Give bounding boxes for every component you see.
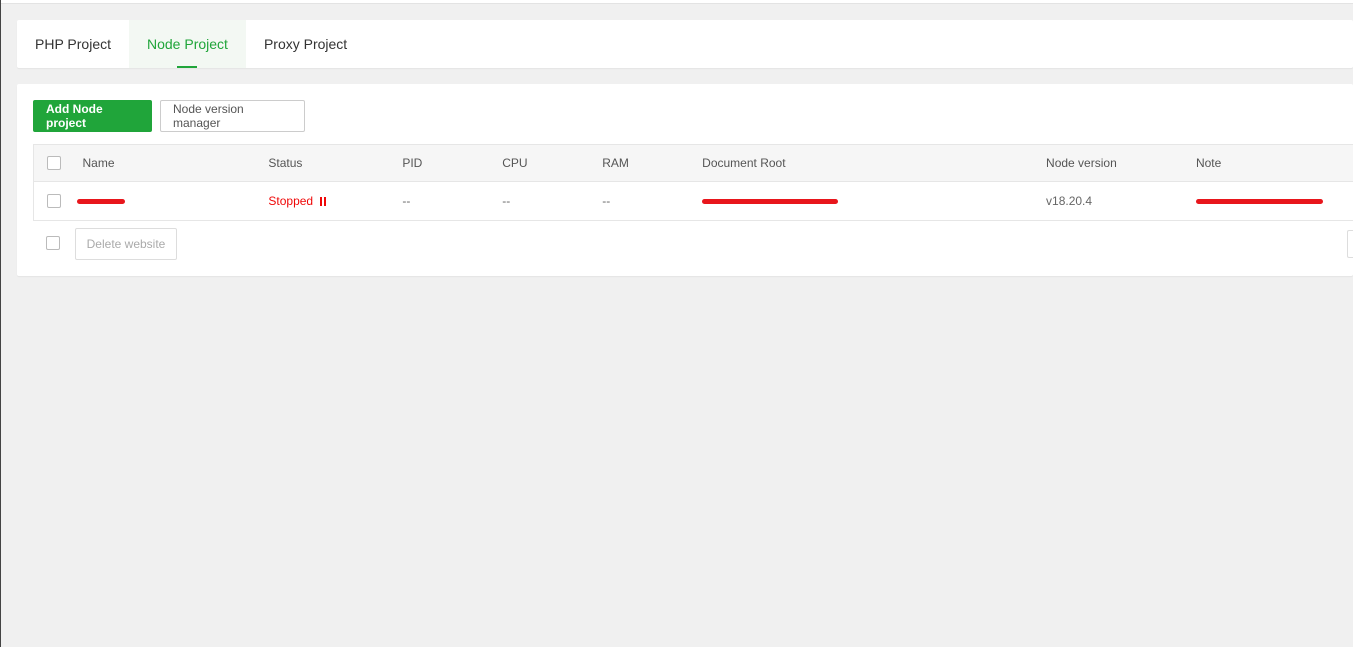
row-checkbox[interactable] [47,194,61,209]
project-tabs: PHP Project Node Project Proxy Project [17,20,1353,68]
header-status[interactable]: Status [267,144,402,182]
pause-icon [320,197,327,207]
redaction-mark [1195,199,1323,205]
tab-node-project[interactable]: Node Project [129,20,246,68]
node-version-cell[interactable]: v18.20.4 [1045,181,1195,221]
project-name-cell[interactable] [67,181,268,221]
add-node-project-button[interactable]: Add Node project [33,100,152,132]
tab-php-project[interactable]: PHP Project [17,20,129,68]
table-row: Stopped -- -- -- v18.20.4 [33,181,1353,221]
header-cpu: CPU [501,144,602,182]
left-edge [0,0,1,647]
pagination-edge[interactable] [1347,230,1353,258]
cpu-cell: -- [501,181,602,221]
document-root-cell[interactable] [701,181,1046,221]
ram-cell: -- [601,181,702,221]
header-document-root: Document Root [701,144,1046,182]
header-pid: PID [401,144,502,182]
status-stopped-label[interactable]: Stopped [268,194,313,208]
node-project-panel: Add Node project Node version manager Na… [17,84,1353,276]
note-cell[interactable] [1194,181,1353,221]
header-ram: RAM [601,144,702,182]
status-cell[interactable]: Stopped [267,181,402,221]
table-header-row: Name Status PID CPU RAM Document Root No… [33,144,1353,182]
header-node-version: Node version [1045,144,1195,182]
redaction-mark [702,199,839,205]
tab-proxy-project[interactable]: Proxy Project [246,20,365,68]
header-name[interactable]: Name [67,144,268,182]
bulk-select-checkbox[interactable] [46,236,60,250]
redaction-mark [77,199,126,205]
node-version-manager-button[interactable]: Node version manager [160,100,305,132]
delete-website-button[interactable]: Delete website [75,228,177,260]
top-edge [0,0,1353,4]
select-all-checkbox[interactable] [47,156,61,171]
pid-cell: -- [401,181,502,221]
projects-table: Name Status PID CPU RAM Document Root No… [33,144,1353,221]
header-note: Note [1194,144,1353,182]
